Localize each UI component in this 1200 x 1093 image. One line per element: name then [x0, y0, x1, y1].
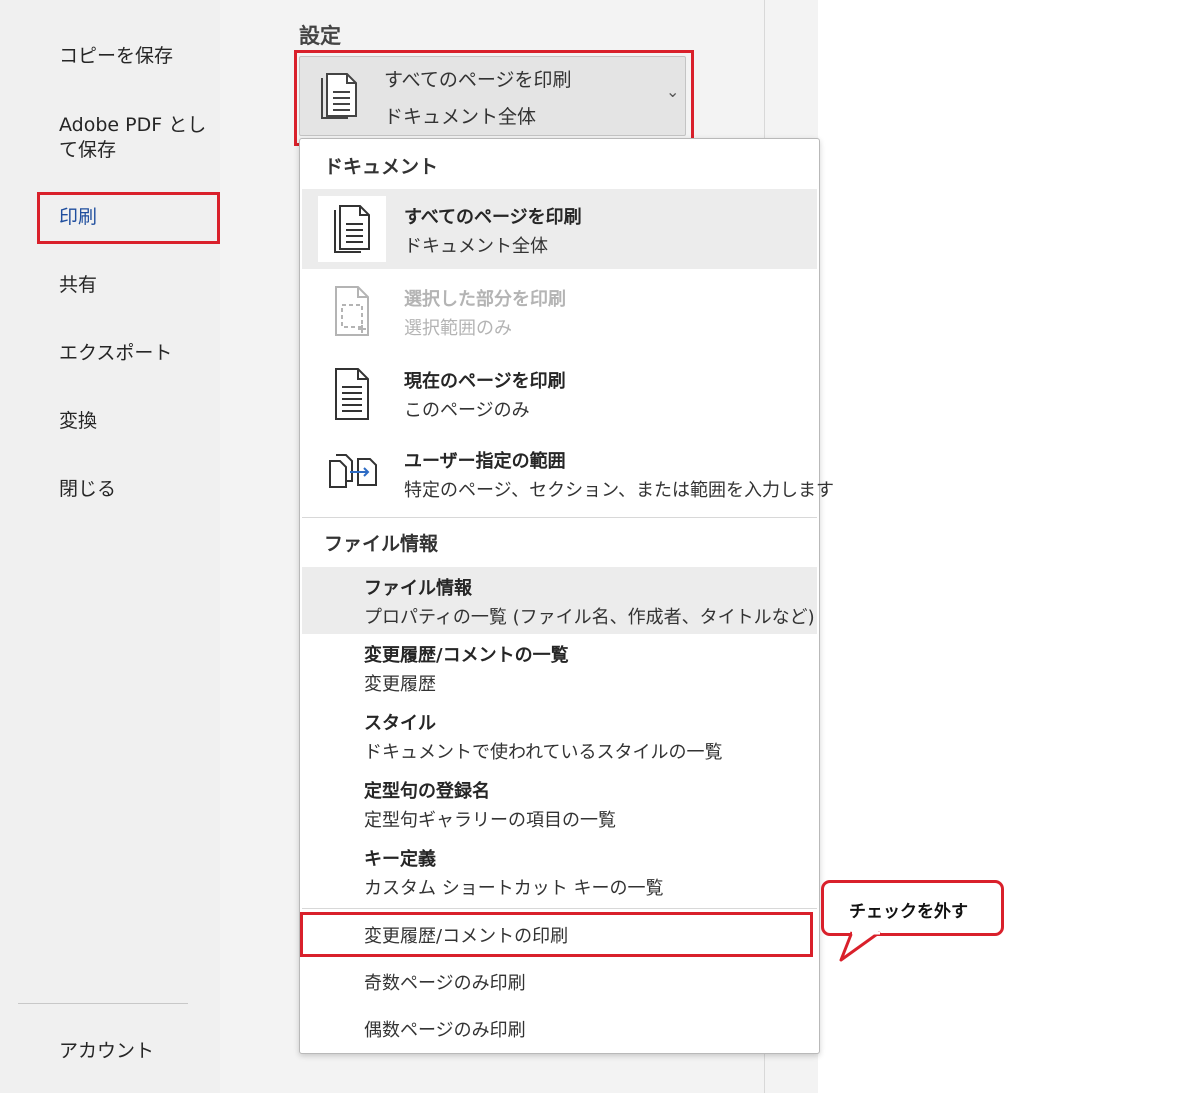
- nav-transform[interactable]: 変換: [59, 409, 97, 434]
- menu-item-desc: カスタム ショートカット キーの一覧: [364, 878, 664, 899]
- menu-item-title: 変更履歴/コメントの一覧: [364, 645, 569, 666]
- menu-item-key-assignments[interactable]: キー定義 カスタム ショートカット キーの一覧: [302, 840, 817, 907]
- menu-item-title: キー定義: [364, 849, 436, 870]
- nav-close[interactable]: 閉じる: [59, 477, 116, 502]
- menu-item-title: すべてのページを印刷: [404, 207, 582, 228]
- option-print-even-pages[interactable]: 偶数ページのみ印刷: [364, 1016, 526, 1042]
- menu-item-desc: ドキュメント全体: [404, 236, 548, 257]
- menu-item-print-current[interactable]: 現在のページを印刷 このページのみ: [302, 357, 817, 429]
- selection-page-icon: [318, 281, 386, 345]
- menu-item-print-selection: 選択した部分を印刷 選択範囲のみ: [302, 275, 817, 345]
- chevron-down-icon: ⌄: [666, 82, 680, 101]
- callout-text: チェックを外す: [849, 902, 968, 922]
- menu-item-autotext[interactable]: 定型句の登録名 定型句ギャラリーの項目の一覧: [302, 772, 817, 839]
- backstage-nav: コピーを保存 Adobe PDF とし て保存 印刷 共有 エクスポート 変換 …: [0, 0, 220, 1093]
- menu-separator: [302, 517, 817, 518]
- menu-item-styles[interactable]: スタイル ドキュメントで使われているスタイルの一覧: [302, 704, 817, 771]
- menu-item-markup-list[interactable]: 変更履歴/コメントの一覧 変更履歴: [302, 636, 817, 703]
- menu-item-desc: ドキュメントで使われているスタイルの一覧: [364, 742, 723, 763]
- menu-item-title: 選択した部分を印刷: [404, 289, 566, 310]
- document-pages-icon: [318, 196, 386, 262]
- menu-item-desc: 選択範囲のみ: [404, 318, 512, 339]
- single-page-icon: [318, 363, 386, 427]
- settings-title: 設定: [299, 24, 341, 48]
- menu-item-desc: このページのみ: [404, 400, 530, 421]
- menu-item-file-info[interactable]: ファイル情報 プロパティの一覧 (ファイル名、作成者、タイトルなど): [302, 567, 817, 634]
- menu-item-title: スタイル: [364, 713, 436, 734]
- menu-item-desc: 変更履歴: [364, 674, 436, 695]
- option-print-odd-pages[interactable]: 奇数ページのみ印刷: [364, 969, 526, 995]
- menu-item-title: 定型句の登録名: [364, 781, 490, 802]
- print-range-menu: ドキュメント すべてのページを印刷 ドキュメント全体 選択した部分を印刷 選択範…: [299, 138, 834, 1054]
- nav-save-copy[interactable]: コピーを保存: [59, 44, 173, 69]
- menu-item-desc: 特定のページ、セクション、または範囲を入力します: [404, 480, 835, 501]
- option-print-markup[interactable]: 変更履歴/コメントの印刷: [364, 922, 568, 948]
- nav-share[interactable]: 共有: [59, 273, 97, 298]
- nav-export[interactable]: エクスポート: [59, 341, 172, 366]
- menu-item-title: ファイル情報: [364, 578, 472, 599]
- nav-save-as-pdf-line2[interactable]: て保存: [59, 138, 116, 163]
- nav-save-as-pdf[interactable]: Adobe PDF とし: [59, 113, 206, 138]
- menu-header-file-info: ファイル情報: [324, 533, 439, 555]
- dropdown-selected-desc: ドキュメント全体: [384, 106, 537, 128]
- print-range-dropdown[interactable]: すべてのページを印刷 ドキュメント全体 ⌄: [299, 56, 686, 136]
- menu-item-title: ユーザー指定の範囲: [404, 451, 566, 472]
- menu-item-print-all[interactable]: すべてのページを印刷 ドキュメント全体: [302, 189, 817, 269]
- menu-item-desc: 定型句ギャラリーの項目の一覧: [364, 810, 616, 831]
- custom-range-icon: [318, 447, 386, 501]
- menu-separator: [302, 908, 817, 909]
- nav-divider: [18, 1003, 188, 1004]
- menu-item-custom-range[interactable]: ユーザー指定の範囲 特定のページ、セクション、または範囲を入力します: [302, 439, 834, 513]
- nav-print[interactable]: 印刷: [59, 205, 97, 230]
- document-pages-icon: [318, 72, 362, 126]
- menu-item-title: 現在のページを印刷: [404, 371, 566, 392]
- menu-item-desc: プロパティの一覧 (ファイル名、作成者、タイトルなど): [364, 607, 815, 628]
- callout-pointer: [839, 931, 881, 962]
- menu-header-document: ドキュメント: [324, 156, 439, 178]
- callout-bubble: チェックを外す: [821, 880, 1004, 936]
- dropdown-selected-title: すべてのページを印刷: [384, 69, 572, 91]
- nav-account[interactable]: アカウント: [59, 1039, 154, 1064]
